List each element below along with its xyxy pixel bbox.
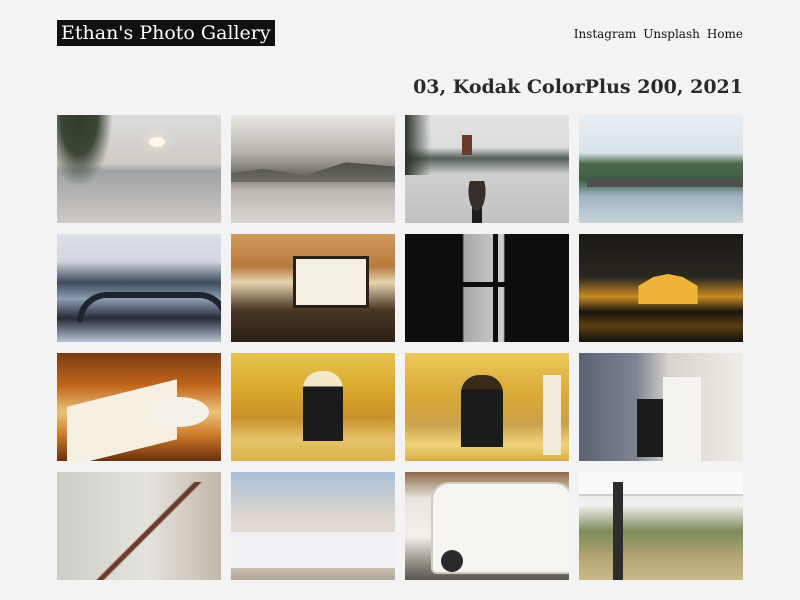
sake-bottle (543, 375, 561, 455)
photo-lake-pier-trees[interactable] (579, 115, 743, 223)
photo-chef-cooking[interactable] (405, 353, 569, 461)
lit-pavilion (638, 274, 698, 304)
tshirt-white (663, 377, 701, 461)
photo-market-stall[interactable] (231, 472, 395, 580)
pagoda (462, 135, 472, 155)
nav-instagram-link[interactable]: Instagram (574, 27, 637, 41)
photo-pagoda-lake-person[interactable] (405, 115, 569, 223)
top-nav: Instagram Unsplash Home (574, 27, 743, 41)
sun-glow (149, 137, 165, 147)
window-frame-horizontal (461, 282, 531, 287)
person-umbrella (463, 181, 491, 223)
chef (303, 371, 343, 441)
pier (587, 179, 743, 187)
photo-lake-clouds-hills[interactable] (231, 115, 395, 223)
nav-home-link[interactable]: Home (707, 27, 743, 41)
album-title: 03, Kodak ColorPlus 200, 2021 (413, 76, 743, 98)
staircase-frames (77, 482, 221, 580)
canopy-tent (579, 472, 743, 496)
photo-night-pavilion[interactable] (579, 234, 743, 342)
willow-branches (405, 115, 431, 175)
willow-branches (57, 115, 112, 185)
stall-table (231, 532, 395, 568)
photo-grid (57, 115, 743, 580)
photo-lake-willow-sunset[interactable] (57, 115, 221, 223)
photo-outdoor-tent-market[interactable] (579, 472, 743, 580)
photo-window-silhouette[interactable] (405, 234, 569, 342)
bowl (149, 397, 209, 427)
window-frame-vertical (493, 234, 498, 342)
photo-stairs-frames[interactable] (57, 472, 221, 580)
tshirt-black (637, 399, 663, 457)
hills (231, 162, 395, 182)
photo-cafe-interior[interactable] (231, 234, 395, 342)
photo-stone-bridge-lake[interactable] (57, 234, 221, 342)
photo-sushi-plate[interactable] (57, 353, 221, 461)
chef (461, 375, 503, 447)
photo-white-van[interactable] (405, 472, 569, 580)
nav-unsplash-link[interactable]: Unsplash (643, 27, 700, 41)
photo-shirts-hanging[interactable] (579, 353, 743, 461)
cafe-windows (293, 256, 369, 308)
van-wheel (441, 550, 463, 572)
photo-chef-kitchen[interactable] (231, 353, 395, 461)
display-shelf (613, 482, 623, 580)
site-title[interactable]: Ethan's Photo Gallery (57, 20, 275, 46)
stone-bridge (77, 292, 221, 322)
